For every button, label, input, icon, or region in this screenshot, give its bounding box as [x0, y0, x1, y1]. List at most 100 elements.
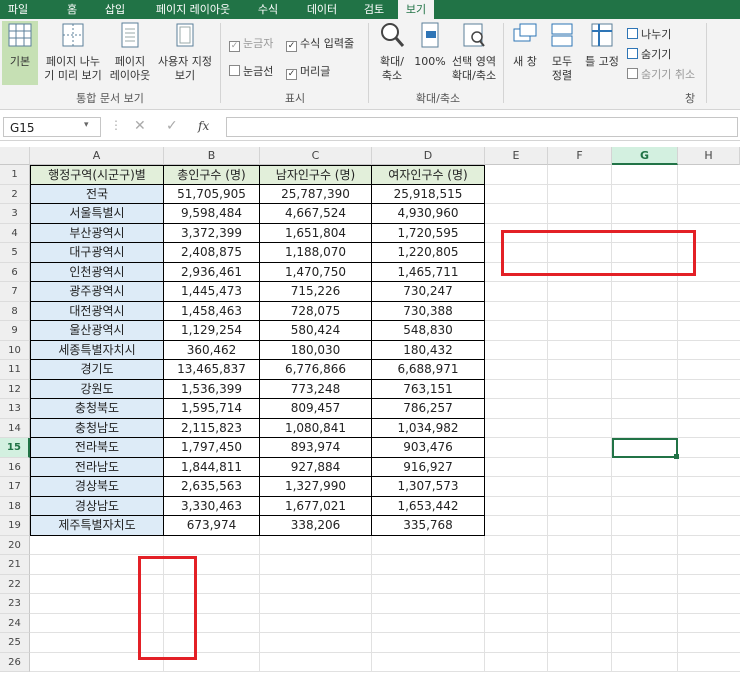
- selected-cell-g15[interactable]: [612, 438, 678, 458]
- population-cell[interactable]: 13,465,837: [164, 360, 260, 380]
- column-header-h[interactable]: H: [678, 147, 740, 165]
- population-cell[interactable]: 3,330,463: [164, 496, 260, 516]
- population-cell[interactable]: 51,705,905: [164, 184, 260, 204]
- population-cell[interactable]: 548,830: [372, 321, 485, 341]
- tab-file[interactable]: 파일: [0, 0, 36, 19]
- row-header[interactable]: 25: [0, 633, 30, 653]
- population-cell[interactable]: 1,220,805: [372, 243, 485, 263]
- population-cell[interactable]: 673,974: [164, 516, 260, 536]
- row-header[interactable]: 15: [0, 438, 30, 458]
- table-header-cell[interactable]: 남자인구수 (명): [260, 165, 372, 185]
- row-header[interactable]: 7: [0, 282, 30, 302]
- tab-data[interactable]: 데이터: [299, 0, 345, 19]
- population-cell[interactable]: 1,188,070: [260, 243, 372, 263]
- column-header-f[interactable]: F: [548, 147, 612, 165]
- row-header[interactable]: 1: [0, 165, 30, 185]
- column-header-d[interactable]: D: [372, 147, 485, 165]
- region-name-cell[interactable]: 전국: [30, 184, 164, 204]
- population-cell[interactable]: 715,226: [260, 282, 372, 302]
- zoom-100-button[interactable]: 100%: [412, 21, 448, 85]
- region-name-cell[interactable]: 충청남도: [30, 418, 164, 438]
- population-cell[interactable]: 2,635,563: [164, 477, 260, 497]
- population-cell[interactable]: 6,776,866: [260, 360, 372, 380]
- population-cell[interactable]: 4,930,960: [372, 204, 485, 224]
- row-header[interactable]: 21: [0, 555, 30, 575]
- row-header[interactable]: 11: [0, 360, 30, 380]
- region-name-cell[interactable]: 경기도: [30, 360, 164, 380]
- population-cell[interactable]: 360,462: [164, 340, 260, 360]
- population-cell[interactable]: 1,458,463: [164, 301, 260, 321]
- population-cell[interactable]: 786,257: [372, 399, 485, 419]
- zoom-button[interactable]: 확대/ 축소: [372, 21, 412, 85]
- region-name-cell[interactable]: 경상북도: [30, 477, 164, 497]
- cancel-icon[interactable]: ✕: [134, 118, 146, 134]
- population-cell[interactable]: 1,720,595: [372, 223, 485, 243]
- region-name-cell[interactable]: 전라남도: [30, 457, 164, 477]
- population-cell[interactable]: 1,470,750: [260, 262, 372, 282]
- region-name-cell[interactable]: 세종특별자치시: [30, 340, 164, 360]
- population-cell[interactable]: 180,030: [260, 340, 372, 360]
- row-header[interactable]: 5: [0, 243, 30, 263]
- population-cell[interactable]: 1,595,714: [164, 399, 260, 419]
- region-name-cell[interactable]: 경상남도: [30, 496, 164, 516]
- region-name-cell[interactable]: 서울특별시: [30, 204, 164, 224]
- chevron-down-icon[interactable]: ▾: [84, 120, 89, 130]
- population-cell[interactable]: 4,667,524: [260, 204, 372, 224]
- page-break-preview-button[interactable]: 페이지 나누 기 미리 보기: [42, 21, 104, 85]
- row-header[interactable]: 26: [0, 652, 30, 672]
- row-header[interactable]: 3: [0, 204, 30, 224]
- population-cell[interactable]: 1,129,254: [164, 321, 260, 341]
- population-cell[interactable]: 335,768: [372, 516, 485, 536]
- population-cell[interactable]: 927,884: [260, 457, 372, 477]
- gridlines-checkbox[interactable]: 눈금선: [229, 63, 273, 79]
- freeze-panes-button[interactable]: 틀 고정: [582, 21, 622, 85]
- population-cell[interactable]: 2,936,461: [164, 262, 260, 282]
- population-cell[interactable]: 1,536,399: [164, 379, 260, 399]
- row-header[interactable]: 16: [0, 457, 30, 477]
- tab-formulas[interactable]: 수식: [250, 0, 286, 19]
- population-cell[interactable]: 916,927: [372, 457, 485, 477]
- zoom-to-selection-button[interactable]: 선택 영역 확대/축소: [448, 21, 500, 85]
- row-header[interactable]: 13: [0, 399, 30, 419]
- split-button[interactable]: 나누기: [627, 26, 671, 42]
- fill-handle[interactable]: [674, 453, 679, 459]
- population-cell[interactable]: 338,206: [260, 516, 372, 536]
- row-header[interactable]: 6: [0, 262, 30, 282]
- custom-views-button[interactable]: 사용자 지정 보기: [154, 21, 216, 85]
- population-cell[interactable]: 25,787,390: [260, 184, 372, 204]
- normal-view-button[interactable]: 기본: [2, 21, 38, 85]
- population-cell[interactable]: 809,457: [260, 399, 372, 419]
- region-name-cell[interactable]: 강원도: [30, 379, 164, 399]
- table-header-cell[interactable]: 행정구역(시군구)별: [30, 165, 164, 185]
- headings-checkbox[interactable]: ✓ 머리글: [286, 63, 330, 80]
- formula-bar-checkbox[interactable]: ✓ 수식 입력줄: [286, 35, 354, 52]
- row-header[interactable]: 23: [0, 594, 30, 614]
- population-cell[interactable]: 2,408,875: [164, 243, 260, 263]
- column-header-c[interactable]: C: [260, 147, 372, 165]
- function-icon[interactable]: fx: [198, 119, 209, 133]
- population-cell[interactable]: 1,034,982: [372, 418, 485, 438]
- row-header[interactable]: 10: [0, 340, 30, 360]
- population-cell[interactable]: 1,844,811: [164, 457, 260, 477]
- population-cell[interactable]: 1,445,473: [164, 282, 260, 302]
- population-cell[interactable]: 1,327,990: [260, 477, 372, 497]
- row-header[interactable]: 18: [0, 496, 30, 516]
- population-cell[interactable]: 1,651,804: [260, 223, 372, 243]
- row-header[interactable]: 8: [0, 301, 30, 321]
- population-cell[interactable]: 1,080,841: [260, 418, 372, 438]
- row-header[interactable]: 4: [0, 223, 30, 243]
- region-name-cell[interactable]: 광주광역시: [30, 282, 164, 302]
- column-header-b[interactable]: B: [164, 147, 260, 165]
- region-name-cell[interactable]: 울산광역시: [30, 321, 164, 341]
- hide-button[interactable]: 숨기기: [627, 46, 671, 62]
- population-cell[interactable]: 728,075: [260, 301, 372, 321]
- formula-input[interactable]: [226, 117, 738, 137]
- column-header-e[interactable]: E: [485, 147, 548, 165]
- population-cell[interactable]: 730,388: [372, 301, 485, 321]
- population-cell[interactable]: 580,424: [260, 321, 372, 341]
- select-all-corner[interactable]: [0, 147, 30, 165]
- population-cell[interactable]: 1,677,021: [260, 496, 372, 516]
- row-header[interactable]: 9: [0, 321, 30, 341]
- region-name-cell[interactable]: 대구광역시: [30, 243, 164, 263]
- population-cell[interactable]: 730,247: [372, 282, 485, 302]
